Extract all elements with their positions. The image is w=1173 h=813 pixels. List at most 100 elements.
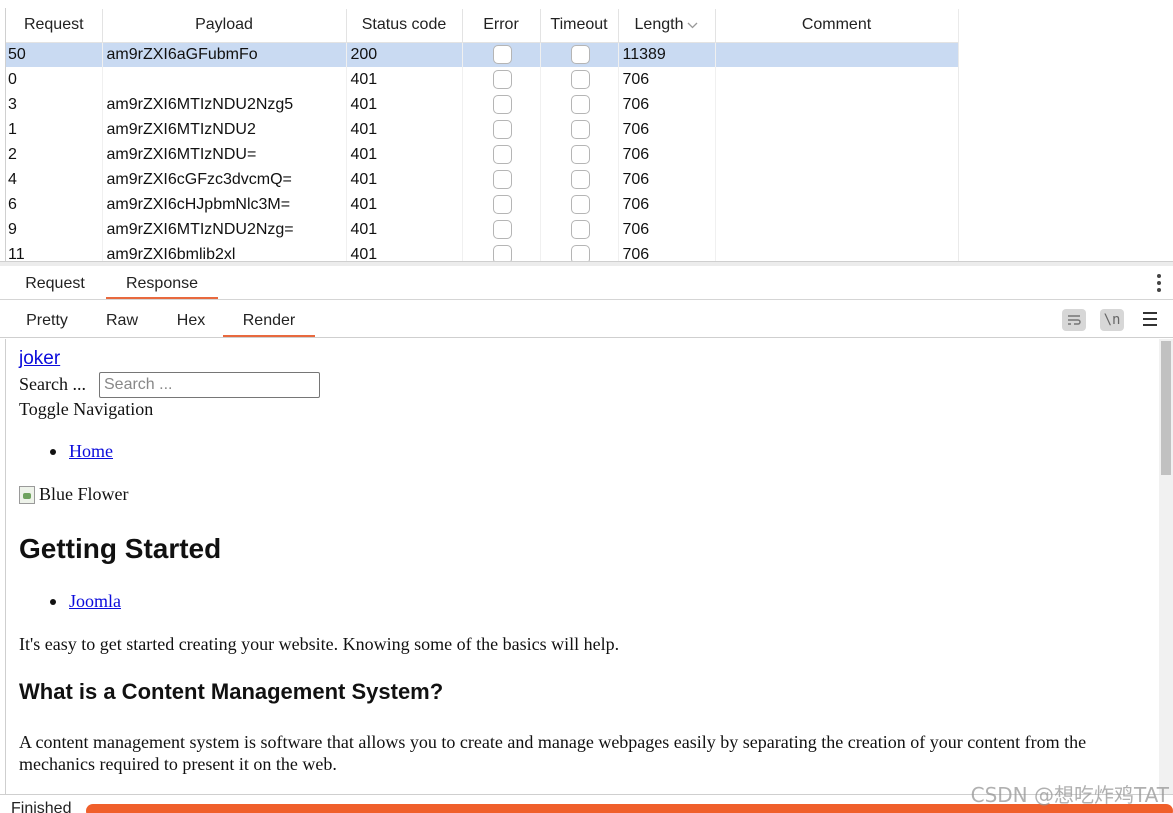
view-tabs: Pretty Raw Hex Render \n xyxy=(0,301,1173,338)
cell-payload: am9rZXI6MTIzNDU2Nzg= xyxy=(102,217,347,242)
cell-comment xyxy=(715,92,959,117)
cell-status-code: 401 xyxy=(346,142,463,167)
cell-comment xyxy=(715,142,959,167)
timeout-checkbox[interactable] xyxy=(570,95,590,114)
error-checkbox[interactable] xyxy=(492,220,512,239)
scrollbar-thumb[interactable] xyxy=(1161,341,1171,475)
cell-length: 706 xyxy=(618,167,716,192)
link-joomla[interactable]: Joomla xyxy=(69,591,121,612)
table-row[interactable]: 11 am9rZXI6bmlib2xl 401 706 xyxy=(6,242,959,262)
section-heading: What is a Content Management System? xyxy=(19,679,444,704)
results-table-panel: Request Payload Status code Error Timeou… xyxy=(0,0,1173,262)
cell-error xyxy=(462,142,541,167)
page-heading: Getting Started xyxy=(19,533,222,564)
cell-request: 0 xyxy=(6,67,103,92)
cell-error xyxy=(462,192,541,217)
table-row[interactable]: 1 am9rZXI6MTIzNDU2 401 706 xyxy=(6,117,959,142)
cell-request: 3 xyxy=(6,92,103,117)
cell-length: 706 xyxy=(618,67,716,92)
cell-status-code: 401 xyxy=(346,117,463,142)
table-row[interactable]: 9 am9rZXI6MTIzNDU2Nzg= 401 706 xyxy=(6,217,959,242)
timeout-checkbox[interactable] xyxy=(570,170,590,189)
tab-raw[interactable]: Raw xyxy=(96,301,148,338)
cell-request: 50 xyxy=(6,42,103,67)
cell-error xyxy=(462,92,541,117)
cell-payload: am9rZXI6cHJpbmNlc3M= xyxy=(102,192,347,217)
timeout-checkbox[interactable] xyxy=(570,70,590,89)
more-options-icon[interactable] xyxy=(1157,274,1161,295)
cell-timeout xyxy=(540,192,619,217)
image-alt-text: Blue Flower xyxy=(39,484,129,504)
cell-comment xyxy=(715,242,959,262)
cell-length: 706 xyxy=(618,142,716,167)
search-input[interactable] xyxy=(99,372,320,398)
tab-render[interactable]: Render xyxy=(223,301,315,338)
timeout-checkbox[interactable] xyxy=(570,195,590,214)
table-row[interactable]: 6 am9rZXI6cHJpbmNlc3M= 401 706 xyxy=(6,192,959,217)
show-newlines-button[interactable]: \n xyxy=(1100,309,1124,331)
column-header-comment[interactable]: Comment xyxy=(715,9,959,43)
cell-comment xyxy=(715,117,959,142)
cell-payload: am9rZXI6MTIzNDU2Nzg5 xyxy=(102,92,347,117)
toggle-navigation-text: Toggle Navigation xyxy=(19,399,154,419)
error-checkbox[interactable] xyxy=(492,70,512,89)
timeout-checkbox[interactable] xyxy=(570,45,590,65)
cell-length: 11389 xyxy=(618,42,716,67)
error-checkbox[interactable] xyxy=(492,245,512,262)
column-header-payload[interactable]: Payload xyxy=(102,9,347,43)
timeout-checkbox[interactable] xyxy=(570,245,590,262)
error-checkbox[interactable] xyxy=(492,170,512,189)
tab-response[interactable]: Response xyxy=(106,266,218,300)
cell-comment xyxy=(715,192,959,217)
table-row[interactable]: 0 401 706 xyxy=(6,67,959,92)
error-checkbox[interactable] xyxy=(492,195,512,214)
cell-payload xyxy=(102,67,347,92)
results-table: Request Payload Status code Error Timeou… xyxy=(6,9,959,262)
table-row[interactable]: 50 am9rZXI6aGFubmFo 200 11389 xyxy=(6,42,959,67)
column-header-request[interactable]: Request xyxy=(6,9,103,43)
cell-timeout xyxy=(540,42,619,67)
tab-hex[interactable]: Hex xyxy=(164,301,218,338)
vertical-scrollbar[interactable] xyxy=(1159,339,1173,794)
column-header-error[interactable]: Error xyxy=(462,9,541,43)
table-row[interactable]: 4 am9rZXI6cGFzc3dvcmQ= 401 706 xyxy=(6,167,959,192)
cell-status-code: 401 xyxy=(346,92,463,117)
cell-comment xyxy=(715,167,959,192)
cell-timeout xyxy=(540,242,619,262)
table-right-border xyxy=(958,9,959,262)
cell-payload: am9rZXI6aGFubmFo xyxy=(102,42,347,67)
word-wrap-icon[interactable] xyxy=(1062,309,1086,331)
column-header-length[interactable]: Length xyxy=(618,9,716,43)
cell-error xyxy=(462,167,541,192)
timeout-checkbox[interactable] xyxy=(570,220,590,239)
cell-status-code: 401 xyxy=(346,192,463,217)
cell-comment xyxy=(715,42,959,67)
column-header-timeout[interactable]: Timeout xyxy=(540,9,619,43)
error-checkbox[interactable] xyxy=(492,145,512,164)
cell-comment xyxy=(715,67,959,92)
status-text: Finished xyxy=(11,800,72,813)
cell-error xyxy=(462,117,541,142)
timeout-checkbox[interactable] xyxy=(570,120,590,139)
cell-timeout xyxy=(540,67,619,92)
cell-error xyxy=(462,67,541,92)
column-header-status-code[interactable]: Status code xyxy=(346,9,463,43)
error-checkbox[interactable] xyxy=(492,95,512,114)
cell-request: 2 xyxy=(6,142,103,167)
hamburger-menu-icon[interactable] xyxy=(1143,312,1157,330)
table-row[interactable]: 2 am9rZXI6MTIzNDU= 401 706 xyxy=(6,142,959,167)
nav-link-home[interactable]: Home xyxy=(69,441,113,462)
cell-timeout xyxy=(540,92,619,117)
cell-request: 9 xyxy=(6,217,103,242)
error-checkbox[interactable] xyxy=(492,120,512,139)
cell-length: 706 xyxy=(618,192,716,217)
cell-payload: am9rZXI6bmlib2xl xyxy=(102,242,347,262)
intro-paragraph: It's easy to get started creating your w… xyxy=(19,634,620,654)
cell-request: 4 xyxy=(6,167,103,192)
error-checkbox[interactable] xyxy=(492,45,512,65)
site-title-link[interactable]: joker xyxy=(19,348,60,370)
tab-request[interactable]: Request xyxy=(14,266,96,300)
table-row[interactable]: 3 am9rZXI6MTIzNDU2Nzg5 401 706 xyxy=(6,92,959,117)
timeout-checkbox[interactable] xyxy=(570,145,590,164)
tab-pretty[interactable]: Pretty xyxy=(14,301,80,338)
